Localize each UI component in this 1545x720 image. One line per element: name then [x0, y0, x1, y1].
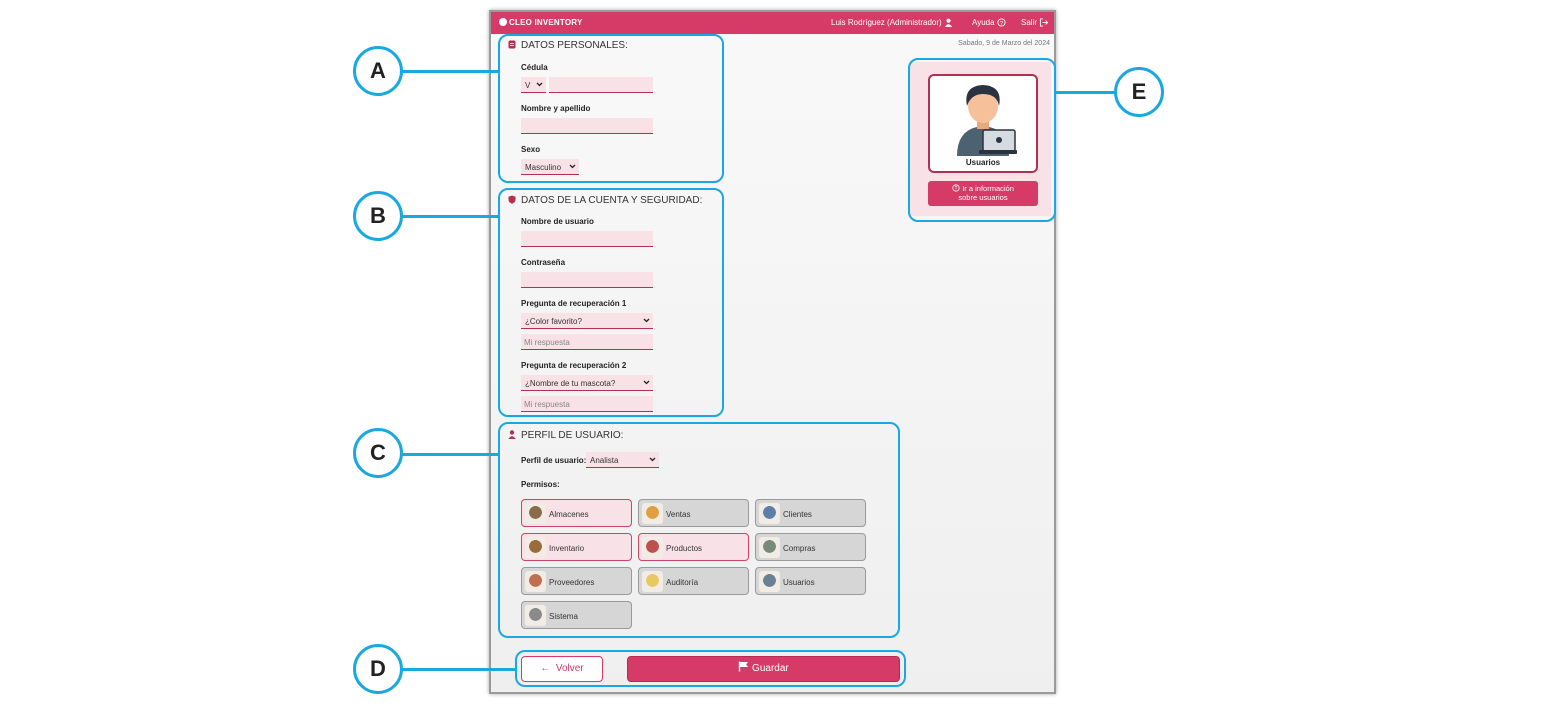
brand[interactable]: CLEO INVENTORY — [499, 18, 582, 27]
help-icon: ? — [997, 18, 1006, 27]
logout-icon — [1040, 18, 1049, 27]
nav-user[interactable]: Luis Rodríguez (Administrador) — [831, 18, 953, 27]
callout-d: D — [353, 644, 403, 694]
callout-c: C — [353, 428, 403, 478]
help-label: Ayuda — [972, 18, 995, 27]
brand-name: CLEO INVENTORY — [509, 18, 583, 27]
highlight-box-e — [908, 58, 1056, 222]
exit-label: Salir — [1021, 18, 1038, 27]
nav-help[interactable]: Ayuda ? — [972, 18, 1006, 27]
leader-line-e — [1056, 91, 1116, 94]
user-name: Luis Rodríguez (Administrador) — [831, 18, 942, 27]
brand-logo-icon — [499, 18, 507, 26]
current-date: Sabado, 9 de Marzo del 2024 — [958, 40, 1050, 47]
callout-b: B — [353, 191, 403, 241]
highlight-box-a — [498, 34, 724, 183]
top-navbar: CLEO INVENTORY Luis Rodríguez (Administr… — [491, 12, 1054, 34]
highlight-box-d — [515, 650, 906, 687]
leader-line-c — [401, 453, 498, 456]
leader-line-a — [401, 70, 498, 73]
callout-e: E — [1114, 67, 1164, 117]
user-icon — [944, 18, 953, 27]
nav-exit[interactable]: Salir — [1021, 18, 1049, 27]
callout-a: A — [353, 46, 403, 96]
highlight-box-c — [498, 422, 900, 638]
screenshot-stage: CLEO INVENTORY Luis Rodríguez (Administr… — [0, 0, 1545, 720]
leader-line-b — [401, 215, 498, 218]
leader-line-d — [401, 668, 515, 671]
highlight-box-b — [498, 188, 724, 417]
